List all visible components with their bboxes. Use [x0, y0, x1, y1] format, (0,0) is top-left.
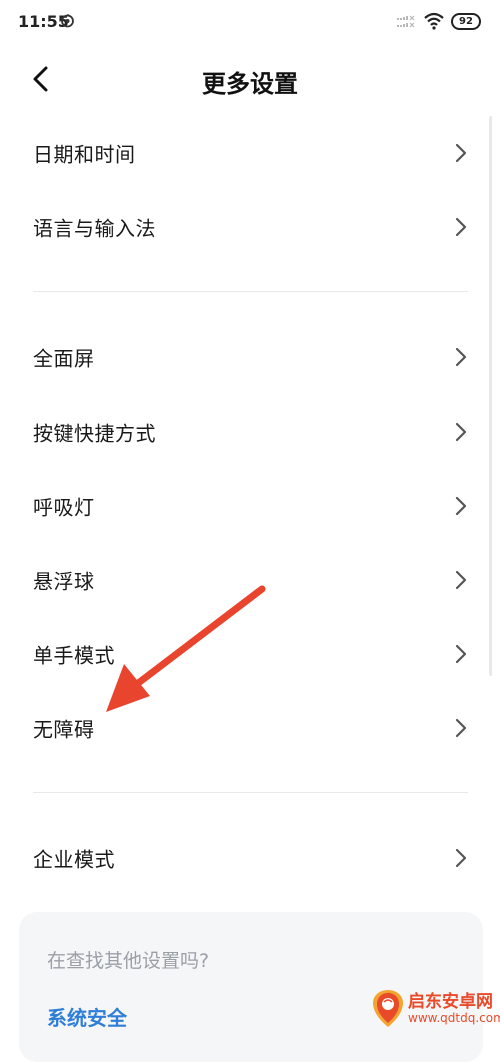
list-item-label: 企业模式	[33, 847, 115, 872]
chevron-right-icon	[455, 718, 467, 738]
watermark-name: 启东安卓网	[408, 992, 493, 1012]
list-item-enterprise-mode[interactable]: 企业模式	[0, 821, 500, 895]
chevron-right-icon	[455, 496, 467, 516]
list-item-button-shortcuts[interactable]: 按键快捷方式	[0, 395, 500, 469]
header: 更多设置	[0, 50, 500, 110]
chevron-right-icon	[455, 848, 467, 868]
list-item-language-input[interactable]: 语言与输入法	[0, 190, 500, 264]
watermark-url: www.qdtdq.com	[408, 1011, 500, 1025]
list-item-label: 全面屏	[33, 346, 95, 371]
chevron-right-icon	[455, 570, 467, 590]
list-item-label: 单手模式	[33, 643, 115, 668]
signal-icon	[397, 15, 415, 28]
list-item-label: 呼吸灯	[33, 495, 95, 520]
list-item-notification-light[interactable]: 呼吸灯	[0, 469, 500, 543]
list-item-accessibility[interactable]: 无障碍	[0, 691, 500, 765]
chevron-right-icon	[455, 644, 467, 664]
list-item-one-handed-mode[interactable]: 单手模式	[0, 617, 500, 691]
list-item-label: 日期和时间	[33, 142, 136, 167]
chevron-right-icon	[455, 217, 467, 237]
list-item-quick-ball[interactable]: 悬浮球	[0, 543, 500, 617]
list-item-label: 悬浮球	[33, 569, 95, 594]
wifi-icon	[424, 12, 444, 30]
list-item-label: 无障碍	[33, 717, 95, 742]
section-divider	[33, 291, 468, 292]
list-item-label: 语言与输入法	[33, 216, 156, 241]
list-item-fullscreen[interactable]: 全面屏	[0, 320, 500, 394]
watermark-logo-icon	[373, 990, 403, 1027]
chevron-right-icon	[455, 347, 467, 367]
chevron-right-icon	[455, 143, 467, 163]
battery-indicator: 92	[451, 13, 481, 30]
watermark: 启东安卓网 www.qdtdq.com	[362, 985, 500, 1037]
suggestion-title: 在查找其他设置吗?	[47, 950, 210, 972]
list-item-date-time[interactable]: 日期和时间	[0, 116, 500, 190]
page-title: 更多设置	[202, 70, 298, 98]
list-item-label: 按键快捷方式	[33, 421, 156, 446]
app-notification-icon	[61, 13, 74, 28]
chevron-right-icon	[455, 422, 467, 442]
section-divider	[33, 792, 468, 793]
status-bar: 11:55 92	[0, 0, 500, 44]
suggestion-link-system-security[interactable]: 系统安全	[47, 1002, 127, 1031]
